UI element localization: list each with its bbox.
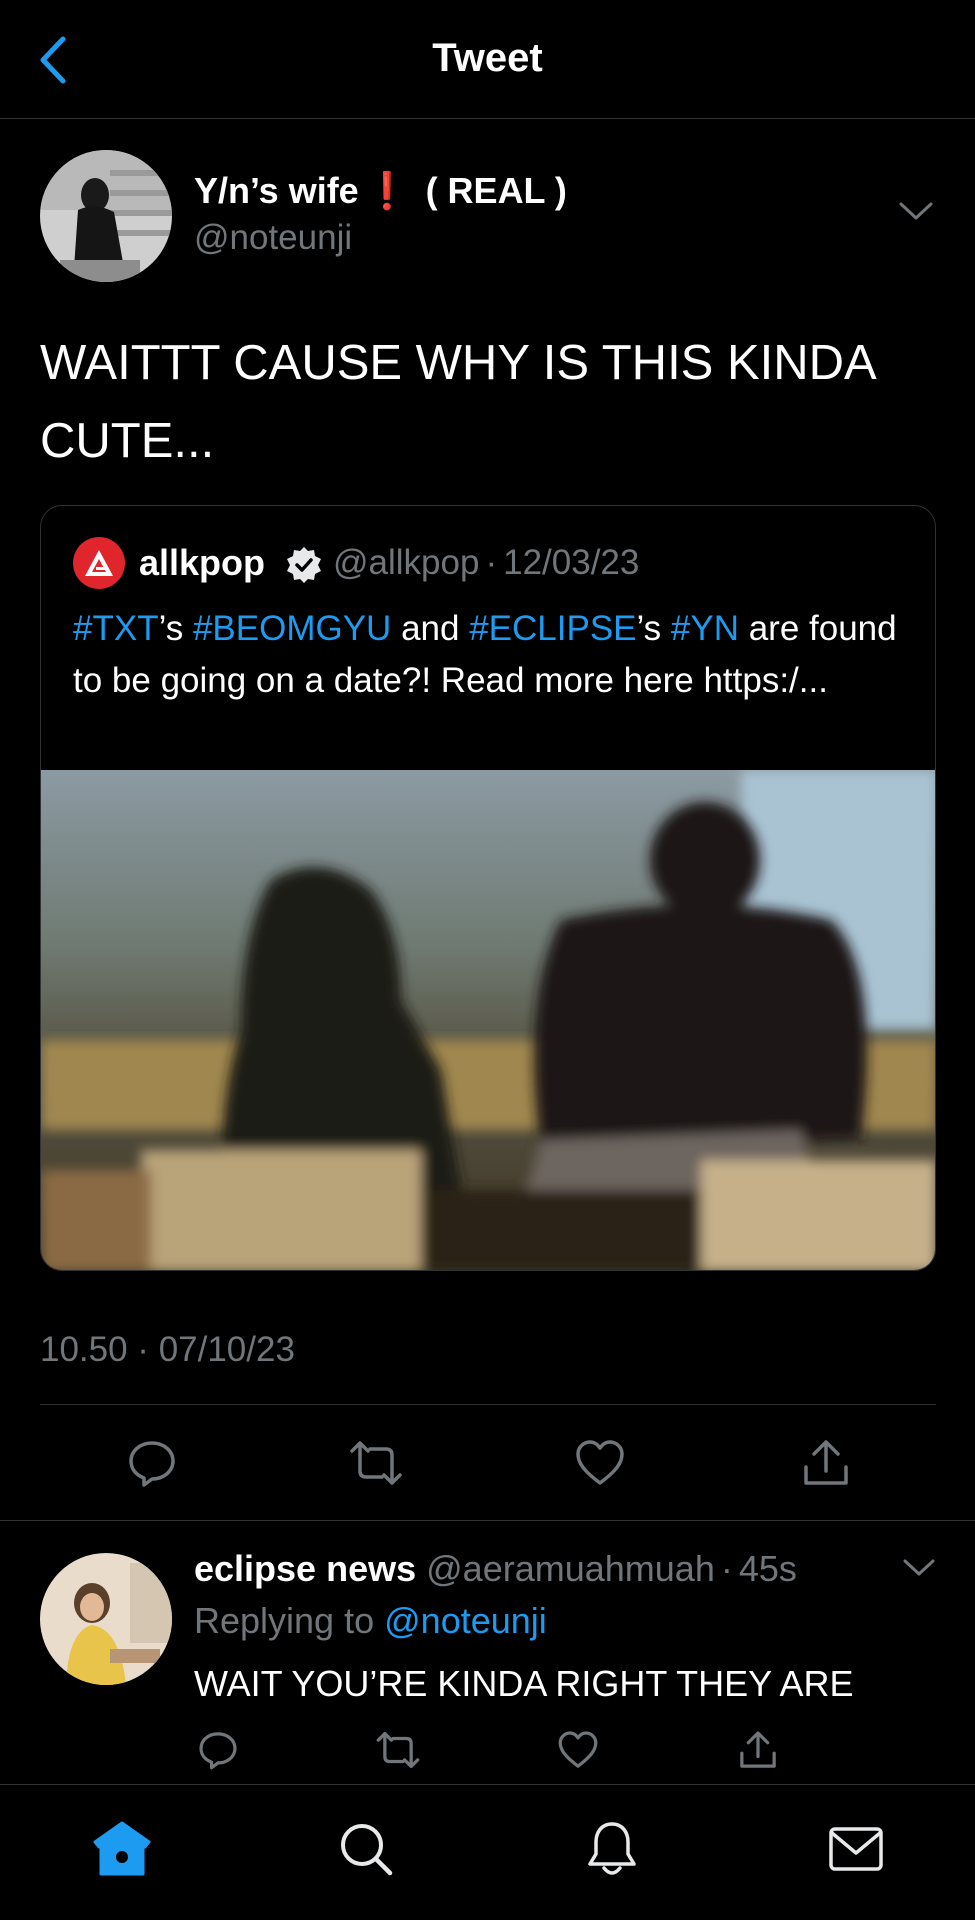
author-avatar[interactable] xyxy=(40,150,172,282)
replying-to: Replying to @noteunji xyxy=(194,1600,547,1642)
quoted-author-name: allkpop xyxy=(139,542,266,583)
bell-icon xyxy=(588,1822,636,1875)
quoted-photo[interactable] xyxy=(41,770,935,1270)
divider xyxy=(40,1404,936,1405)
mail-icon xyxy=(829,1827,883,1871)
tab-home[interactable] xyxy=(82,1809,162,1889)
heart-icon xyxy=(558,1731,598,1768)
verified-badge-icon xyxy=(284,545,324,590)
author-name[interactable]: Y/n’s wife ❗ ( REAL ) xyxy=(194,170,567,212)
author-handle[interactable]: @noteunji xyxy=(194,218,352,258)
share-icon xyxy=(740,1731,776,1768)
quoted-text: #TXT’s #BEOMGYU and #ECLIPSE’s #YN are f… xyxy=(73,603,913,707)
quoted-author-handle: @allkpop xyxy=(333,543,480,582)
speech-bubble-icon xyxy=(199,1732,237,1770)
hashtag-eclipse[interactable]: #ECLIPSE xyxy=(469,609,636,648)
reply-author-avatar[interactable] xyxy=(40,1553,172,1685)
meta-separator: · xyxy=(485,543,498,582)
home-icon xyxy=(93,1821,151,1876)
chevron-down-icon xyxy=(899,202,933,220)
hashtag-yn[interactable]: #YN xyxy=(671,609,739,648)
author-name-suffix: ( REAL ) xyxy=(425,170,567,211)
like-button[interactable] xyxy=(566,1434,634,1492)
quoted-text-segment: ’s xyxy=(158,609,193,648)
reply-share-button[interactable] xyxy=(732,1728,784,1772)
reply-options-button[interactable] xyxy=(902,1558,936,1583)
tweet-timestamp: 10.50 · 07/10/23 xyxy=(40,1330,295,1369)
quoted-date: 12/03/23 xyxy=(503,543,640,582)
retweet-icon xyxy=(350,1441,402,1485)
tab-notifications[interactable] xyxy=(572,1809,652,1889)
divider xyxy=(0,1520,975,1521)
exclamation-emoji: ❗ xyxy=(364,170,410,211)
reply-author-handle[interactable]: @aeramuahmuah xyxy=(426,1548,715,1589)
reply-header: eclipse news @aeramuahmuah · 45s xyxy=(194,1548,797,1590)
quoted-text-segment: and xyxy=(391,609,470,648)
bottom-tab-bar xyxy=(0,1784,975,1920)
reply-like-button[interactable] xyxy=(552,1728,604,1772)
tab-search[interactable] xyxy=(326,1809,406,1889)
quoted-text-segment: ’s xyxy=(636,609,671,648)
retweet-icon xyxy=(376,1731,420,1769)
replying-to-label: Replying to xyxy=(194,1600,375,1641)
share-icon xyxy=(804,1440,848,1485)
meta-separator: · xyxy=(720,1548,733,1589)
quoted-meta: @allkpop · 12/03/23 xyxy=(333,543,639,583)
reply-author-name[interactable]: eclipse news xyxy=(194,1548,416,1589)
allkpop-avatar xyxy=(73,537,125,589)
quoted-tweet-card[interactable]: allkpop @allkpop · 12/03/23 #TXT’s #BEOMGY… xyxy=(40,505,936,1271)
top-bar: Tweet xyxy=(0,0,975,119)
allkpop-logo-icon xyxy=(85,550,113,576)
chevron-down-icon xyxy=(903,1559,935,1576)
tweet-options-button[interactable] xyxy=(898,200,934,227)
reply-time: 45s xyxy=(738,1548,797,1589)
heart-icon xyxy=(576,1440,624,1485)
page-title: Tweet xyxy=(432,36,543,80)
author-display-name: Y/n’s wife xyxy=(194,170,359,211)
tweet-text: WAITTT CAUSE WHY IS THIS KINDA CUTE... xyxy=(40,336,875,468)
hashtag-beomgyu[interactable]: #BEOMGYU xyxy=(193,609,391,648)
retweet-button[interactable] xyxy=(342,1434,410,1492)
tab-messages[interactable] xyxy=(816,1809,896,1889)
reply-text: WAIT YOU’RE KINDA RIGHT THEY ARE xyxy=(194,1663,854,1704)
hashtag-txt[interactable]: #TXT xyxy=(73,609,159,648)
share-button[interactable] xyxy=(792,1434,860,1492)
reply-button[interactable] xyxy=(118,1434,186,1492)
speech-bubble-icon xyxy=(129,1441,175,1487)
reply-retweet-button[interactable] xyxy=(372,1728,424,1772)
search-icon xyxy=(341,1824,393,1876)
reply-reply-button[interactable] xyxy=(192,1728,244,1772)
replying-to-mention[interactable]: @noteunji xyxy=(384,1600,547,1641)
